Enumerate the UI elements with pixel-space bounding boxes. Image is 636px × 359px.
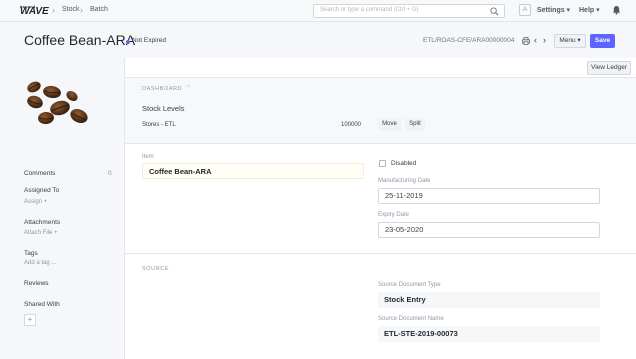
tags-label: Tags: [24, 250, 38, 257]
avatar[interactable]: A: [519, 4, 531, 16]
chevron-left-icon[interactable]: ‹: [534, 35, 537, 45]
manufacturing-date-field[interactable]: 25-11-2019: [378, 188, 600, 204]
assign-link[interactable]: Assign +: [24, 199, 47, 205]
chevron-right-icon: ›: [80, 5, 83, 15]
attach-file-link[interactable]: Attach File +: [24, 230, 58, 236]
breadcrumb-stock[interactable]: Stock: [62, 6, 80, 13]
status-badge: Not Expired: [132, 37, 166, 44]
app-logo[interactable]: beyond WAVE: [20, 4, 49, 18]
breadcrumb-batch[interactable]: Batch: [90, 6, 108, 13]
item-image: [27, 81, 88, 125]
settings-dropdown[interactable]: Settings ▾: [537, 6, 570, 14]
document-id: ETL/ROAS-CFE/ARA00000004: [423, 37, 515, 44]
attachments-label: Attachments: [24, 219, 61, 226]
source-section: SOURCE Source Document Type Stock Entry …: [125, 254, 636, 359]
add-share-button[interactable]: +: [24, 314, 36, 326]
warehouse-name: Stores - ETL: [142, 122, 176, 128]
collapse-chevron-icon[interactable]: ^: [187, 85, 190, 91]
source-heading[interactable]: SOURCE: [142, 266, 169, 272]
item-field[interactable]: Coffee Bean-ARA: [142, 163, 364, 179]
disabled-label: Disabled: [391, 160, 417, 167]
search-icon: [490, 7, 499, 16]
menu-button[interactable]: Menu ▾: [554, 34, 586, 48]
source-doc-type-field[interactable]: Stock Entry: [378, 292, 600, 308]
form-body: View Ledger DASHBOARD ^ Stock Levels Sto…: [124, 58, 636, 359]
print-icon[interactable]: [522, 37, 530, 45]
dashboard-heading[interactable]: DASHBOARD: [142, 86, 182, 92]
logo-main-text: WAVE: [20, 6, 49, 17]
disabled-checkbox[interactable]: [379, 160, 386, 167]
source-doc-type-label: Source Document Type: [378, 282, 441, 288]
move-button[interactable]: Move: [378, 118, 401, 131]
reviews-label: Reviews: [24, 280, 49, 287]
save-button[interactable]: Save: [590, 34, 615, 48]
comments-count: 0: [108, 170, 112, 177]
details-section: Item Coffee Bean-ARA Disabled Manufactur…: [125, 144, 636, 254]
form-sidebar: Comments 0 Assigned To Assign + Attachme…: [0, 58, 124, 359]
add-tag-link[interactable]: Add a tag ...: [24, 260, 56, 266]
help-dropdown[interactable]: Help ▾: [579, 6, 600, 14]
search-placeholder: Search or type a command (Ctrl + G): [320, 7, 419, 13]
status-indicator-dot: [126, 40, 130, 44]
split-button[interactable]: Split: [405, 118, 425, 131]
page-head: Coffee Bean-ARA Not Expired ETL/ROAS-CFE…: [0, 22, 636, 58]
shared-with-label: Shared With: [24, 301, 60, 308]
chevron-right-icon: ›: [52, 5, 55, 15]
navbar: beyond WAVE › Stock › Batch Search or ty…: [0, 0, 636, 22]
dashboard-section: DASHBOARD ^ Stock Levels Stores - ETL 10…: [125, 78, 636, 144]
expiry-date-field[interactable]: 23-05-2020: [378, 222, 600, 238]
manufacturing-date-label: Manufacturing Date: [378, 178, 431, 184]
page-title: Coffee Bean-ARA: [24, 32, 136, 48]
assigned-to-label: Assigned To: [24, 187, 60, 194]
expiry-date-label: Expiry Date: [378, 212, 410, 218]
bell-icon[interactable]: [612, 5, 621, 15]
comments-label: Comments: [24, 170, 56, 177]
view-ledger-button[interactable]: View Ledger: [587, 61, 631, 75]
stock-levels-title: Stock Levels: [142, 104, 185, 113]
form-toolbar: View Ledger: [125, 58, 636, 78]
source-doc-name-field[interactable]: ETL-STE-2019-00073: [378, 326, 600, 342]
source-doc-name-label: Source Document Name: [378, 316, 444, 322]
search-input[interactable]: Search or type a command (Ctrl + G): [313, 4, 505, 18]
stock-qty: 100000: [341, 122, 362, 128]
chevron-right-icon[interactable]: ›: [543, 35, 546, 45]
item-label: Item: [142, 154, 154, 160]
